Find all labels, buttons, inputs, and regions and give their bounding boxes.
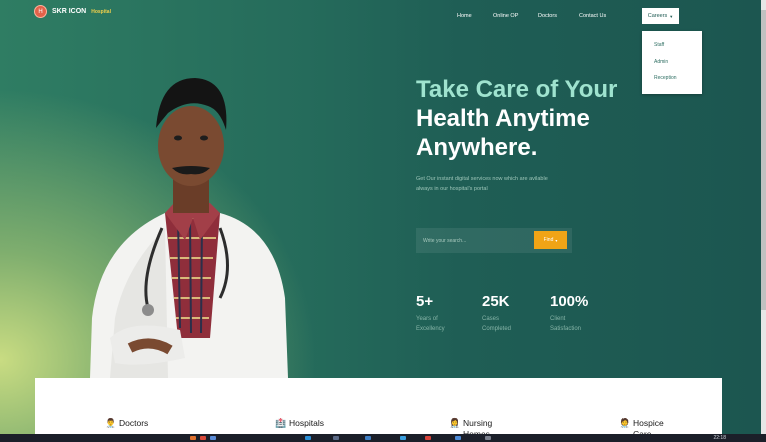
stat-satisfaction-value: 100% [550, 293, 589, 310]
search-input[interactable] [416, 228, 534, 253]
hospital-icon: 🏥 [275, 418, 287, 428]
careers-label: Careers [647, 13, 668, 19]
nav-contact-us[interactable]: Contact Us [579, 13, 606, 19]
stat-years-value: 5+ [416, 293, 434, 310]
taskbar-app-icon[interactable] [425, 436, 431, 440]
taskbar-app-icon[interactable] [485, 436, 491, 440]
stat-years-label: Years of Excellency [416, 314, 445, 334]
doctor-photo [90, 78, 288, 378]
brand-subtitle: Hospital [91, 8, 111, 15]
caret-down-icon: ▼ [669, 13, 674, 19]
menu-item-admin[interactable]: Admin [654, 59, 668, 65]
chevron-down-icon: ▾ [555, 237, 558, 243]
services-panel: 👨‍⚕️ Doctors 🏥 Hospitals 👩‍⚕️ Nursing Ho… [35, 378, 722, 442]
hero-title-line3: Anywhere. [416, 134, 538, 161]
hero-subtitle-line1: Get Our instant digital services now whi… [416, 176, 548, 182]
taskbar-app-icon[interactable] [333, 436, 339, 440]
doctor-icon: 👨‍⚕️ [105, 418, 117, 428]
service-hospitals-label: Hospitals [289, 418, 324, 428]
stat-years-label-2: Excellency [416, 326, 445, 332]
hero-title-line1: Take Care of Your [416, 76, 618, 103]
careers-dropdown-button[interactable]: Careers ▼ [642, 8, 679, 24]
stat-cases-label: Cases Completed [482, 314, 511, 334]
taskbar-app-icon[interactable] [190, 436, 196, 440]
nurse-icon: 👩‍⚕️ [449, 418, 461, 428]
taskbar-app-icon[interactable] [400, 436, 406, 440]
menu-item-reception[interactable]: Reception [654, 75, 677, 81]
taskbar-app-icon[interactable] [305, 436, 311, 440]
nav-online-op[interactable]: Online OP [493, 13, 518, 19]
nav-doctors[interactable]: Doctors [538, 13, 557, 19]
taskbar-clock: 22:18 [713, 435, 726, 441]
brand-logo-icon: H [34, 5, 47, 18]
find-label: Find [543, 237, 554, 243]
brand[interactable]: H SKR ICON Hospital [34, 5, 111, 18]
stat-cases-value: 25K [482, 293, 510, 310]
page-scrollbar[interactable] [761, 0, 766, 434]
service-doctors[interactable]: 👨‍⚕️ Doctors [105, 418, 159, 429]
service-doctors-label: Doctors [119, 418, 149, 428]
stat-years-label-1: Years of [416, 316, 438, 322]
stat-satisfaction-label-2: Satisfaction [550, 326, 582, 332]
os-taskbar: 22:18 [0, 434, 766, 442]
stat-cases-label-1: Cases [482, 316, 500, 322]
brand-name: SKR ICON [52, 8, 87, 15]
nav-home[interactable]: Home [457, 13, 472, 19]
taskbar-app-icon[interactable] [455, 436, 461, 440]
search-bar: Find ▾ [416, 228, 572, 253]
stat-satisfaction-label: Client Satisfaction [550, 314, 581, 334]
stat-satisfaction-label-1: Client [550, 316, 566, 322]
scrollbar-thumb[interactable] [761, 10, 766, 310]
taskbar-app-icon[interactable] [365, 436, 371, 440]
stat-cases-label-2: Completed [482, 326, 512, 332]
hospice-icon: 🧑‍⚕️ [619, 418, 631, 428]
taskbar-app-icon[interactable] [200, 436, 206, 440]
find-button[interactable]: Find ▾ [534, 231, 567, 249]
careers-menu: Staff Admin Reception [642, 31, 702, 94]
taskbar-app-icon[interactable] [210, 436, 216, 440]
menu-item-staff[interactable]: Staff [654, 42, 664, 48]
hero-title-line2: Health Anytime [416, 105, 590, 132]
service-hospitals[interactable]: 🏥 Hospitals [275, 418, 329, 429]
hero-subtitle-line2: always in our hospital's portal [416, 186, 488, 192]
